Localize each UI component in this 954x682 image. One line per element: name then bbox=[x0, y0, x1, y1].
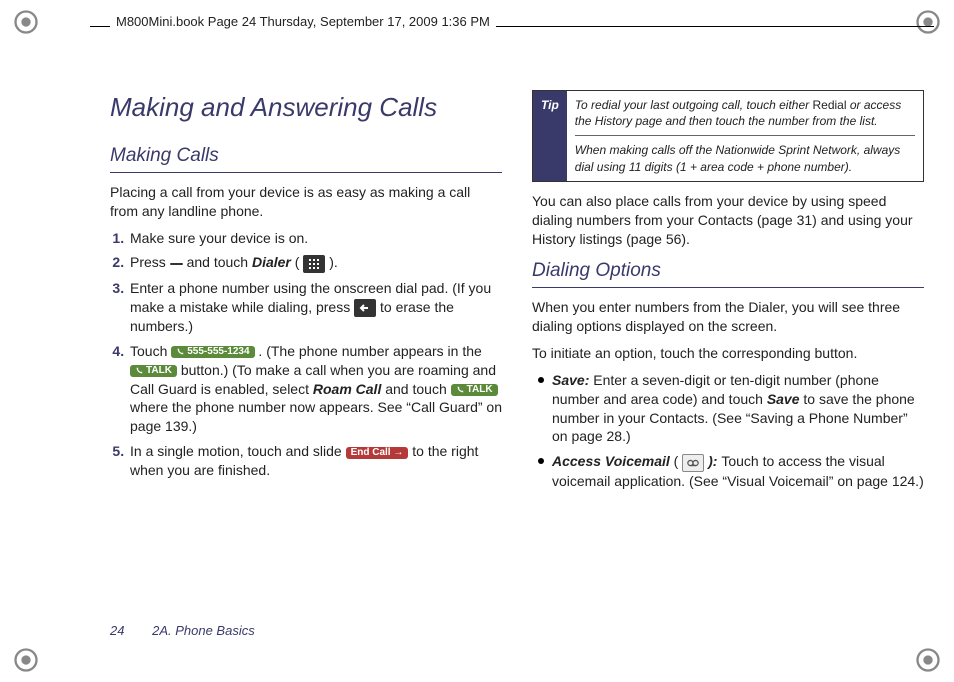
list-item: Save: Enter a seven-digit or ten-digit n… bbox=[538, 371, 924, 447]
intro-text: Placing a call from your device is as ea… bbox=[110, 183, 502, 221]
list-item: Access Voicemail ( ): Touch to access th… bbox=[538, 452, 924, 490]
redial-label: Redial bbox=[812, 98, 846, 112]
after-tip-text: You can also place calls from your devic… bbox=[532, 192, 924, 249]
end-call-button-icon: End Call → bbox=[346, 447, 409, 459]
tip-paragraph: To redial your last outgoing call, touch… bbox=[575, 97, 915, 129]
save-button-label: Save bbox=[767, 391, 800, 407]
dial-number-button-icon: 555-555-1234 bbox=[171, 346, 254, 358]
voicemail-icon bbox=[682, 454, 704, 472]
step-3: Enter a phone number using the onscreen … bbox=[128, 279, 502, 336]
page-number: 24 bbox=[110, 623, 124, 638]
section-label: 2A. Phone Basics bbox=[152, 623, 255, 638]
page-header: M800Mini.book Page 24 Thursday, Septembe… bbox=[110, 14, 496, 29]
page-footer: 24 2A. Phone Basics bbox=[110, 623, 255, 638]
talk-button-icon: TALK bbox=[451, 384, 498, 396]
step-1: Make sure your device is on. bbox=[128, 229, 502, 248]
talk-button-icon: TALK bbox=[130, 365, 177, 377]
voicemail-option-label: Access Voicemail bbox=[552, 453, 670, 469]
tip-label: Tip bbox=[533, 91, 567, 181]
tip-body: To redial your last outgoing call, touch… bbox=[567, 91, 923, 181]
column-right: Tip To redial your last outgoing call, t… bbox=[532, 90, 924, 496]
crop-mark-icon bbox=[12, 8, 40, 36]
tip-divider bbox=[575, 135, 915, 136]
crop-mark-icon bbox=[12, 646, 40, 674]
tip-paragraph: When making calls off the Nationwide Spr… bbox=[575, 142, 915, 174]
backspace-icon bbox=[354, 299, 376, 317]
tip-box: Tip To redial your last outgoing call, t… bbox=[532, 90, 924, 182]
roam-call-label: Roam Call bbox=[313, 381, 381, 397]
dialer-grid-icon bbox=[303, 255, 325, 273]
step-5: In a single motion, touch and slide End … bbox=[128, 442, 502, 480]
dialing-options-p1: When you enter numbers from the Dialer, … bbox=[532, 298, 924, 336]
step-2: Press and touch Dialer ( ). bbox=[128, 253, 502, 272]
section-heading-dialing-options: Dialing Options bbox=[532, 258, 924, 288]
home-key-icon bbox=[170, 263, 183, 265]
save-option-label: Save: bbox=[552, 372, 589, 388]
dialer-label: Dialer bbox=[252, 254, 291, 270]
section-heading-making-calls: Making Calls bbox=[110, 143, 502, 173]
crop-mark-icon bbox=[914, 646, 942, 674]
options-list: Save: Enter a seven-digit or ten-digit n… bbox=[538, 371, 924, 491]
dialing-options-p2: To initiate an option, touch the corresp… bbox=[532, 344, 924, 363]
steps-list: Make sure your device is on. Press and t… bbox=[128, 229, 502, 481]
page-title: Making and Answering Calls bbox=[110, 90, 502, 125]
step-4: Touch 555-555-1234 . (The phone number a… bbox=[128, 342, 502, 436]
column-left: Making and Answering Calls Making Calls … bbox=[110, 90, 502, 496]
crop-mark-icon bbox=[914, 8, 942, 36]
page-body: Making and Answering Calls Making Calls … bbox=[110, 90, 924, 612]
